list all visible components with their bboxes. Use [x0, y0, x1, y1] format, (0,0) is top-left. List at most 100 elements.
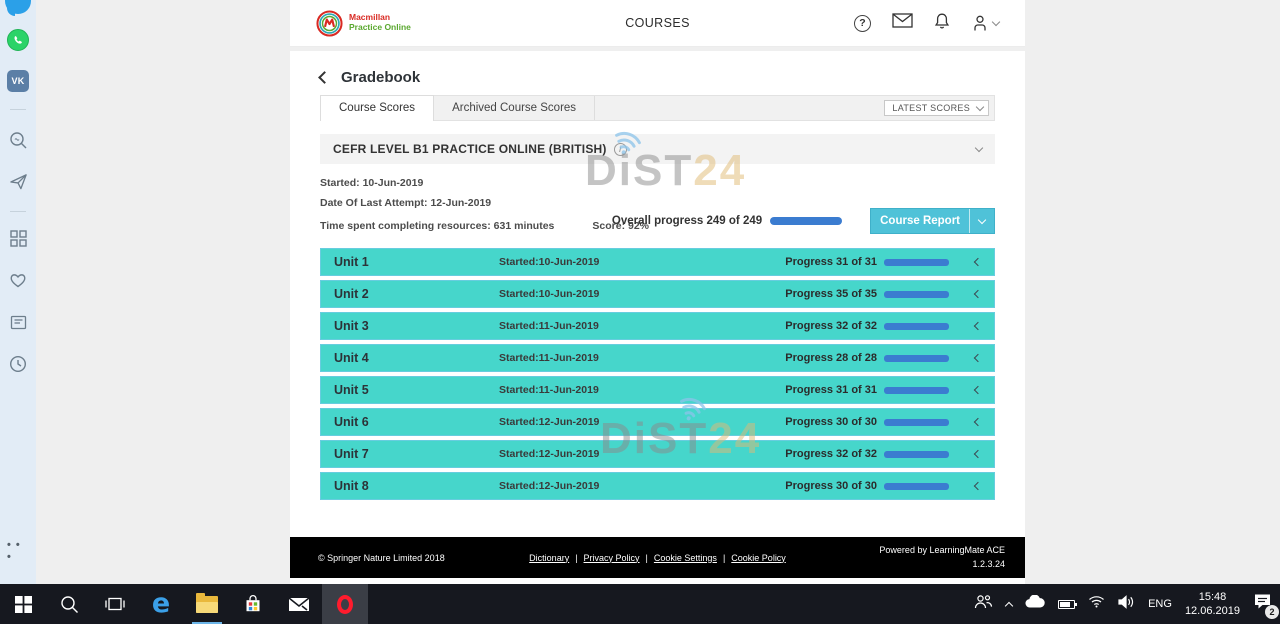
apps-grid-icon[interactable] — [7, 227, 29, 249]
unit-progress-label: Progress 32 of 32 — [785, 320, 877, 332]
show-hidden-icons-chevron[interactable] — [1005, 601, 1013, 609]
link-separator: | — [723, 553, 725, 563]
vk-icon[interactable]: VK — [7, 70, 29, 92]
unit-started: Started:11-Jun-2019 — [499, 384, 785, 396]
link-cookie-settings[interactable]: Cookie Settings — [654, 553, 717, 563]
unit-row[interactable]: Unit 6 Started:12-Jun-2019 Progress 30 o… — [320, 408, 995, 436]
back-button[interactable] — [318, 71, 331, 84]
logo-line2: Practice Online — [349, 23, 411, 33]
taskbar-time: 15:48 — [1185, 590, 1240, 604]
unit-started: Started:12-Jun-2019 — [499, 448, 785, 460]
unit-started: Started:12-Jun-2019 — [499, 416, 785, 428]
course-report-button[interactable]: Course Report — [870, 208, 995, 234]
nav-courses[interactable]: COURSES — [625, 16, 690, 30]
unit-progress-bar — [884, 483, 949, 490]
tab-archived-course-scores[interactable]: Archived Course Scores — [434, 96, 595, 120]
chevron-left-icon[interactable] — [974, 386, 982, 394]
unit-progress-label: Progress 30 of 30 — [785, 416, 877, 428]
unit-name: Unit 1 — [334, 255, 499, 269]
unit-started: Started:12-Jun-2019 — [499, 480, 785, 492]
chevron-left-icon[interactable] — [974, 290, 982, 298]
unit-row[interactable]: Unit 5 Started:11-Jun-2019 Progress 31 o… — [320, 376, 995, 404]
unit-name: Unit 7 — [334, 447, 499, 461]
favorites-heart-icon[interactable] — [7, 269, 29, 291]
sidebar-divider — [10, 109, 26, 110]
chevron-left-icon[interactable] — [974, 450, 982, 458]
unit-row[interactable]: Unit 3 Started:11-Jun-2019 Progress 32 o… — [320, 312, 995, 340]
unit-started: Started:10-Jun-2019 — [499, 288, 785, 300]
unit-name: Unit 6 — [334, 415, 499, 429]
unit-name: Unit 4 — [334, 351, 499, 365]
unit-row[interactable]: Unit 7 Started:12-Jun-2019 Progress 32 o… — [320, 440, 995, 468]
chevron-down-icon — [992, 17, 1000, 25]
recent-clock-icon[interactable] — [7, 353, 29, 375]
help-icon[interactable]: ? — [854, 15, 871, 32]
file-explorer-icon[interactable] — [184, 584, 230, 624]
link-cookie-policy[interactable]: Cookie Policy — [731, 553, 786, 563]
news-feed-icon[interactable] — [7, 311, 29, 333]
unit-progress-bar — [884, 259, 949, 266]
unit-progress-label: Progress 31 of 31 — [785, 256, 877, 268]
app-header: Macmillan Practice Online COURSES ? — [290, 0, 1025, 47]
volume-icon[interactable] — [1118, 595, 1135, 614]
wifi-icon[interactable] — [1088, 595, 1105, 613]
tab-bar: Course Scores Archived Course Scores LAT… — [320, 95, 995, 121]
action-center-icon[interactable]: 2 — [1253, 593, 1272, 615]
search-icon[interactable] — [7, 129, 29, 151]
language-indicator[interactable]: ENG — [1148, 598, 1172, 610]
taskbar-search-icon[interactable] — [46, 584, 92, 624]
unit-progress-label: Progress 35 of 35 — [785, 288, 877, 300]
unit-row[interactable]: Unit 8 Started:12-Jun-2019 Progress 30 o… — [320, 472, 995, 500]
windows-taskbar: e ENG 15:48 12.06.2019 — [0, 584, 1280, 624]
account-menu[interactable] — [971, 14, 999, 32]
unit-started: Started:11-Jun-2019 — [499, 352, 785, 364]
unit-row[interactable]: Unit 2 Started:10-Jun-2019 Progress 35 o… — [320, 280, 995, 308]
people-icon[interactable] — [974, 594, 993, 614]
copyright: © Springer Nature Limited 2018 — [318, 553, 445, 563]
more-options-icon[interactable]: • • • — [7, 540, 29, 562]
macmillan-logo[interactable]: Macmillan Practice Online — [316, 10, 411, 37]
opera-icon[interactable] — [322, 584, 368, 624]
info-icon[interactable]: i — [614, 143, 627, 156]
unit-row[interactable]: Unit 1 Started:10-Jun-2019 Progress 31 o… — [320, 248, 995, 276]
chevron-left-icon[interactable] — [974, 258, 982, 266]
microsoft-store-icon[interactable] — [230, 584, 276, 624]
chevron-left-icon[interactable] — [974, 418, 982, 426]
unit-progress-bar — [884, 387, 949, 394]
course-title: CEFR LEVEL B1 PRACTICE ONLINE (BRITISH) — [333, 142, 607, 156]
clock[interactable]: 15:48 12.06.2019 — [1185, 590, 1240, 619]
unit-progress-bar — [884, 419, 949, 426]
link-separator: | — [575, 553, 577, 563]
link-separator: | — [646, 553, 648, 563]
mail-app-icon[interactable] — [276, 584, 322, 624]
overall-progress-label: Overall progress 249 of 249 — [612, 215, 762, 227]
unit-progress-label: Progress 31 of 31 — [785, 384, 877, 396]
unit-started: Started:10-Jun-2019 — [499, 256, 785, 268]
latest-scores-dropdown[interactable]: LATEST SCORES — [884, 100, 989, 116]
edge-icon[interactable]: e — [138, 584, 184, 624]
task-view-icon[interactable] — [92, 584, 138, 624]
notifications-bell-icon[interactable] — [934, 12, 950, 35]
tab-course-scores[interactable]: Course Scores — [320, 95, 434, 121]
start-button[interactable] — [0, 584, 46, 624]
unit-row[interactable]: Unit 4 Started:11-Jun-2019 Progress 28 o… — [320, 344, 995, 372]
unit-progress-label: Progress 28 of 28 — [785, 352, 877, 364]
chevron-left-icon[interactable] — [974, 322, 982, 330]
whatsapp-icon[interactable] — [7, 29, 29, 51]
send-icon[interactable] — [7, 170, 29, 192]
chevron-left-icon[interactable] — [974, 482, 982, 490]
link-privacy-policy[interactable]: Privacy Policy — [584, 553, 640, 563]
course-accordion-header[interactable]: CEFR LEVEL B1 PRACTICE ONLINE (BRITISH) … — [320, 134, 995, 164]
button-divider — [969, 209, 970, 233]
onedrive-cloud-icon[interactable] — [1025, 595, 1045, 613]
battery-icon[interactable] — [1058, 600, 1075, 609]
chevron-left-icon[interactable] — [974, 354, 982, 362]
unit-progress-bar — [884, 451, 949, 458]
chevron-down-icon[interactable] — [975, 143, 983, 151]
link-dictionary[interactable]: Dictionary — [529, 553, 569, 563]
gradebook-page: Gradebook Course Scores Archived Course … — [290, 51, 1025, 584]
overall-progress-bar — [770, 217, 842, 225]
mail-icon[interactable] — [892, 13, 913, 33]
chat-bubble-icon[interactable] — [5, 0, 31, 14]
notification-badge: 2 — [1265, 605, 1279, 619]
